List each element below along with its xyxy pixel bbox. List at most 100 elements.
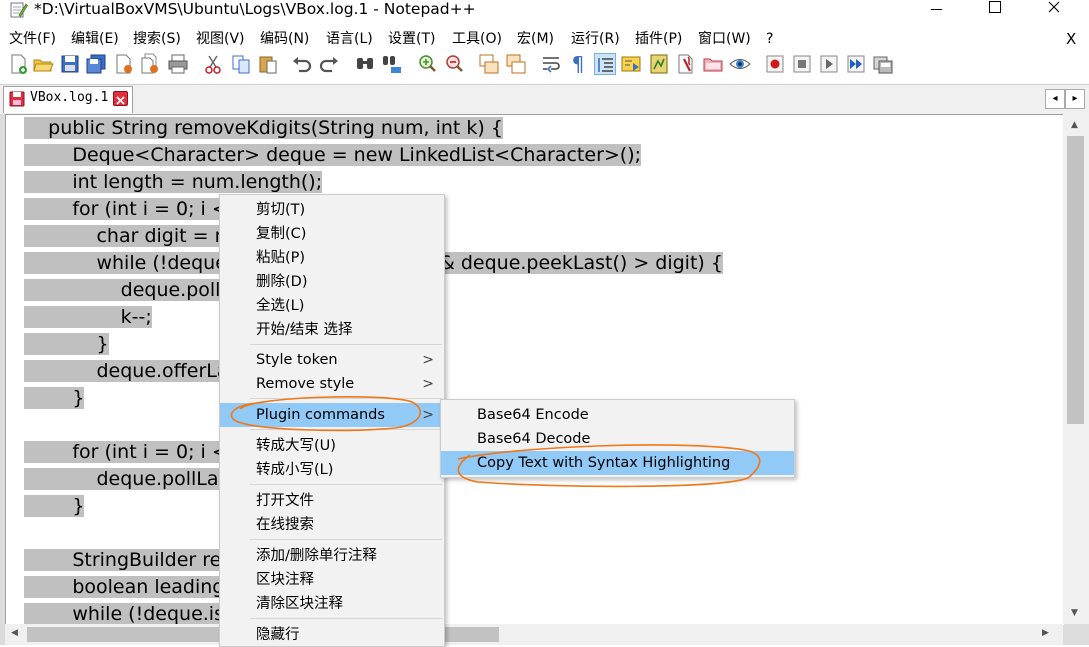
code-line: } [24,387,85,409]
plugin-commands-submenu: Base64 Encode Base64 Decode Copy Text wi… [440,399,795,478]
menu-file[interactable]: 文件(F) [9,30,56,48]
menu-item-remove-style[interactable]: Remove style > [220,372,444,396]
eye-icon[interactable] [729,53,751,75]
tab-scroll-left-button[interactable]: ◂ [1045,89,1065,109]
submenu-item-base64-decode[interactable]: Base64 Decode [441,427,794,451]
close-button[interactable] [1031,0,1077,18]
menu-item-search-online[interactable]: 在线搜索 [220,513,444,537]
menu-help[interactable]: ? [766,30,773,48]
close-icon[interactable] [113,53,135,75]
word-wrap-icon[interactable] [540,53,562,75]
window-title: *D:\VirtualBoxVMS\Ubuntu\Logs\VBox.log.1… [34,0,476,18]
menu-plugins[interactable]: 插件(P) [635,30,682,48]
close-document-button[interactable]: X [1066,30,1076,48]
notepadpp-app-icon [10,1,28,18]
menu-separator [250,344,442,345]
menu-item-style-token[interactable]: Style token > [220,348,444,372]
menu-view[interactable]: 视图(V) [196,30,245,48]
folder-workspace-icon[interactable] [675,53,697,75]
replace-icon[interactable] [381,53,403,75]
menu-separator [250,398,442,399]
submenu-item-copy-syntax-highlight[interactable]: Copy Text with Syntax Highlighting [441,451,794,475]
maximize-button[interactable] [972,0,1018,18]
new-file-icon[interactable] [8,53,30,75]
menu-run[interactable]: 运行(R) [571,30,620,48]
minimize-icon [930,8,942,10]
code-line: deque.offerLa [24,360,229,382]
find-icon[interactable] [354,53,376,75]
code-line: while (!deque.is [24,603,224,625]
menu-tools[interactable]: 工具(O) [452,30,502,48]
tab-label: VBox.log.1 [30,90,109,105]
menu-item-select-all[interactable]: 全选(L) [220,294,444,318]
paste-icon[interactable] [257,53,279,75]
menu-settings[interactable]: 设置(T) [388,30,435,48]
sync-vertical-icon[interactable] [478,53,500,75]
run-macro-multiple-icon[interactable] [845,53,867,75]
menu-item-delete[interactable]: 删除(D) [220,270,444,294]
tab-scroll-right-button[interactable]: ▸ [1065,89,1085,109]
save-icon[interactable] [59,53,81,75]
menu-search[interactable]: 搜索(S) [133,30,181,48]
scroll-left-arrow-icon[interactable]: ◀ [11,628,18,638]
code-editor[interactable]: public String removeKdigits(String num, … [5,114,1064,625]
function-list-icon[interactable] [648,53,670,75]
menu-encoding[interactable]: 编码(N) [260,30,309,48]
doc-map-icon[interactable] [620,53,642,75]
indent-guide-icon[interactable] [594,53,616,75]
undo-icon[interactable] [291,53,313,75]
save-all-icon[interactable] [85,53,107,75]
code-line: for (int i = 0; i < [24,198,234,220]
record-macro-icon[interactable] [764,53,786,75]
redo-icon[interactable] [318,53,340,75]
horizontal-scrollbar[interactable]: ◀ ▶ [5,624,1063,645]
scroll-right-arrow-icon[interactable]: ▶ [1042,628,1049,638]
open-file-icon[interactable] [32,53,54,75]
menu-item-open-file[interactable]: 打开文件 [220,489,444,513]
menu-separator [250,539,442,540]
menu-item-toggle-line-comment[interactable]: 添加/删除单行注释 [220,544,444,568]
menu-language[interactable]: 语言(L) [326,30,373,48]
menu-macro[interactable]: 宏(M) [517,30,554,48]
monitoring-icon[interactable] [702,53,724,75]
play-macro-icon[interactable] [818,53,840,75]
close-all-icon[interactable] [139,53,161,75]
menu-edit[interactable]: 编辑(E) [71,30,119,48]
scrollbar-thumb[interactable] [1067,136,1084,424]
stop-record-icon[interactable] [791,53,813,75]
menu-bar: 文件(F) 编辑(E) 搜索(S) 视图(V) 编码(N) 语言(L) 设置(T… [0,30,1089,50]
save-macro-icon[interactable] [872,53,894,75]
scroll-down-arrow-icon[interactable]: ▼ [1071,608,1078,618]
menu-item-lowercase[interactable]: 转成小写(L) [220,458,444,482]
vertical-scrollbar[interactable]: ▲ ▼ [1063,114,1089,624]
copy-icon[interactable] [230,53,252,75]
zoom-in-icon[interactable] [416,53,438,75]
code-line: StringBuilder re [24,549,222,571]
menu-item-cut[interactable]: 剪切(T) [220,198,444,222]
code-line: Deque<Character> deque = new LinkedList<… [24,144,642,166]
menu-item-plugin-commands[interactable]: Plugin commands > [220,403,444,427]
code-line-tail: & deque.peekLast() > digit) { [440,252,723,274]
menu-item-paste[interactable]: 粘贴(P) [220,246,444,270]
menu-item-copy[interactable]: 复制(C) [220,222,444,246]
show-all-chars-icon[interactable]: ¶ [567,53,589,75]
zoom-out-icon[interactable] [443,53,465,75]
code-line: } [24,495,85,517]
submenu-item-base64-encode[interactable]: Base64 Encode [441,403,794,427]
code-line: deque.poll [24,279,221,301]
code-line: char digit = n [24,225,227,247]
menu-separator [250,429,442,430]
menu-item-begin-end-select[interactable]: 开始/结束 选择 [220,318,444,342]
cut-icon[interactable] [202,53,224,75]
menu-window[interactable]: 窗口(W) [698,30,751,48]
menu-item-uppercase[interactable]: 转成大写(U) [220,434,444,458]
code-line: k--; [24,306,152,328]
scroll-up-arrow-icon[interactable]: ▲ [1071,120,1078,130]
print-icon[interactable] [167,53,189,75]
menu-item-clear-block-comment[interactable]: 清除区块注释 [220,592,444,616]
menu-item-block-comment[interactable]: 区块注释 [220,568,444,592]
minimize-button[interactable] [913,0,959,18]
tab-close-icon[interactable] [113,91,128,106]
menu-item-hide-lines[interactable]: 隐藏行 [220,623,444,647]
sync-horizontal-icon[interactable] [505,53,527,75]
